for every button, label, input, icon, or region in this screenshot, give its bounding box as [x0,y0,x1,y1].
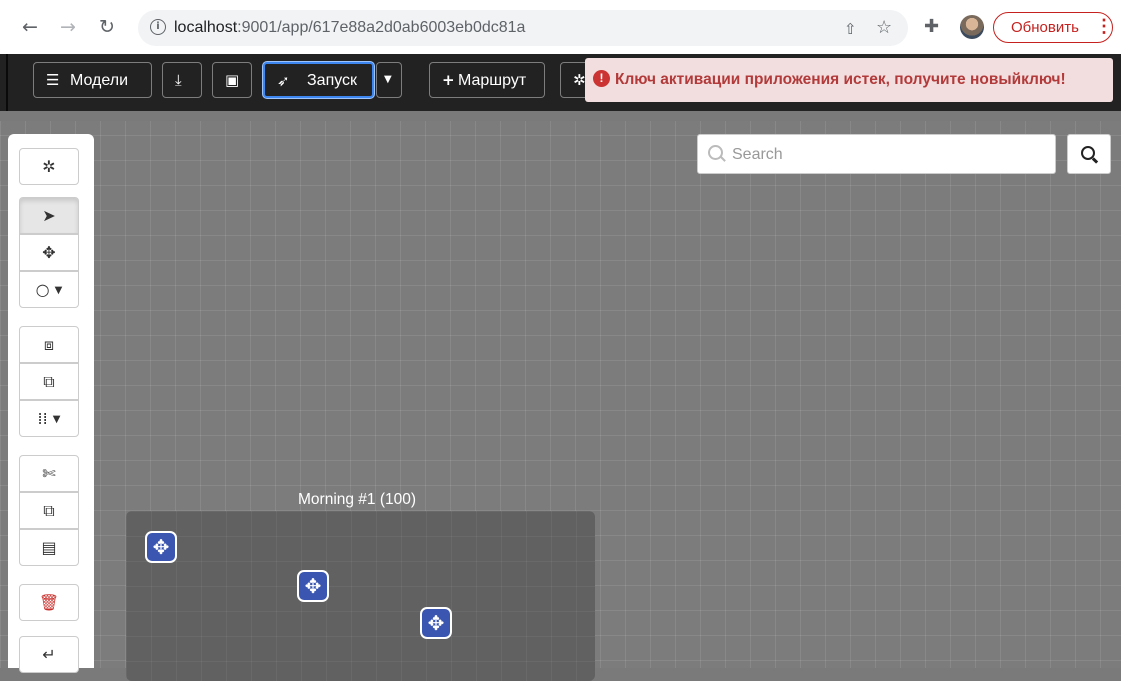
move-tool-button[interactable]: ✥ [19,234,79,271]
reload-icon[interactable]: ↻ [99,16,115,38]
tool-palette: ✲ ➤ ✥ ○ ▼ ⧈ ⧉ ⁞⁞ ▼ ✄ ⧉ ▤ 🗑 ↵ [8,134,94,673]
save-button[interactable]: ▣ [212,62,252,98]
undo-icon: ↵ [42,645,56,664]
save-icon: ▣ [225,71,240,89]
grid-dropdown[interactable]: ⁞⁞ ▼ [19,400,79,437]
select-area-button[interactable]: ⧈ [19,326,79,363]
models-button[interactable]: ☰ Модели [33,62,152,98]
move-icon: ✥ [42,243,56,262]
puzzle-icon[interactable]: ✚ [924,16,939,37]
route-group[interactable] [126,511,595,681]
models-label: Модели [70,72,129,89]
list-icon: ☰ [46,71,60,89]
canvas-top-strip [0,111,1121,121]
search-input[interactable] [730,143,1044,167]
license-alert: ! Ключ активации приложения истек, получ… [585,58,1113,102]
launch-label: Запуск [307,72,358,89]
launch-button[interactable]: ➶ Запуск [263,62,374,98]
update-label: Обновить [1011,19,1079,36]
app-toolbar: ☰ Модели ⤓ ▣ ➶ Запуск ▼ + Маршрут ✲ ! Кл… [0,54,1121,111]
move-icon: ✥ [427,611,445,635]
add-route-label: Маршрут [458,72,527,89]
undo-button[interactable]: ↵ [19,636,79,673]
update-button[interactable]: Обновить ⋮ [993,12,1113,43]
divider [6,54,8,111]
forward-icon[interactable]: → [60,16,76,38]
search-button[interactable] [1067,134,1111,174]
add-route-button[interactable]: + Маршрут [429,62,545,98]
avatar[interactable] [960,15,984,39]
select-box-icon: ⧈ [43,335,55,354]
plus-icon: + [442,71,455,89]
url-path: :9001/app/617e88a2d0ab6003eb0dc81a [237,19,526,36]
copy-icon: ⧉ [43,501,55,520]
url-host: localhost [174,19,238,36]
address-bar[interactable]: i localhost:9001/app/617e88a2d0ab6003eb0… [138,10,908,46]
more-icon[interactable]: ⋮ [1095,16,1113,37]
grid-dropdown-icon: ⁞⁞ ▼ [37,409,61,428]
trash-icon: 🗑 [38,593,60,612]
download-button[interactable]: ⤓ [162,62,202,98]
settings-tool-button[interactable]: ✲ [19,148,79,185]
browser-toolbar: ← → ↻ i localhost:9001/app/617e88a2d0ab6… [0,0,1121,54]
route-node[interactable]: ✥ [145,531,177,563]
magnifier-icon [1081,146,1095,160]
circle-dropdown-icon: ○ ▼ [35,280,63,299]
gear-icon: ✲ [573,71,586,89]
route-node[interactable]: ✥ [420,607,452,639]
pointer-tool-button[interactable]: ➤ [19,197,79,234]
paste-icon: ▤ [41,538,57,557]
caret-down-icon: ▼ [384,74,392,85]
back-icon[interactable]: ← [22,16,38,38]
resize-area-button[interactable]: ⧉ [19,363,79,400]
info-icon[interactable]: i [150,19,166,35]
url-text[interactable]: localhost:9001/app/617e88a2d0ab6003eb0dc… [174,19,525,37]
alert-text: Ключ активации приложения истек, получит… [615,71,1066,88]
rocket-icon: ➶ [277,72,290,90]
scissors-icon: ✄ [42,464,56,483]
download-icon: ⤓ [175,71,182,89]
search-box [697,134,1056,174]
route-node[interactable]: ✥ [297,570,329,602]
move-icon: ✥ [152,535,170,559]
copy-button[interactable]: ⧉ [19,492,79,529]
gear-icon: ✲ [42,157,56,176]
paste-button[interactable]: ▤ [19,529,79,566]
search-icon [708,145,723,160]
group-label: Morning #1 (100) [298,491,417,508]
share-icon[interactable]: ⇧ [844,20,857,38]
resize-box-icon: ⧉ [43,372,55,391]
launch-dropdown-button[interactable]: ▼ [376,62,402,98]
move-icon: ✥ [304,574,322,598]
star-icon[interactable]: ☆ [876,17,892,38]
exclamation-circle-icon: ! [593,70,610,87]
cut-button[interactable]: ✄ [19,455,79,492]
draw-shape-dropdown[interactable]: ○ ▼ [19,271,79,308]
pointer-icon: ➤ [42,206,56,225]
delete-button[interactable]: 🗑 [19,584,79,621]
